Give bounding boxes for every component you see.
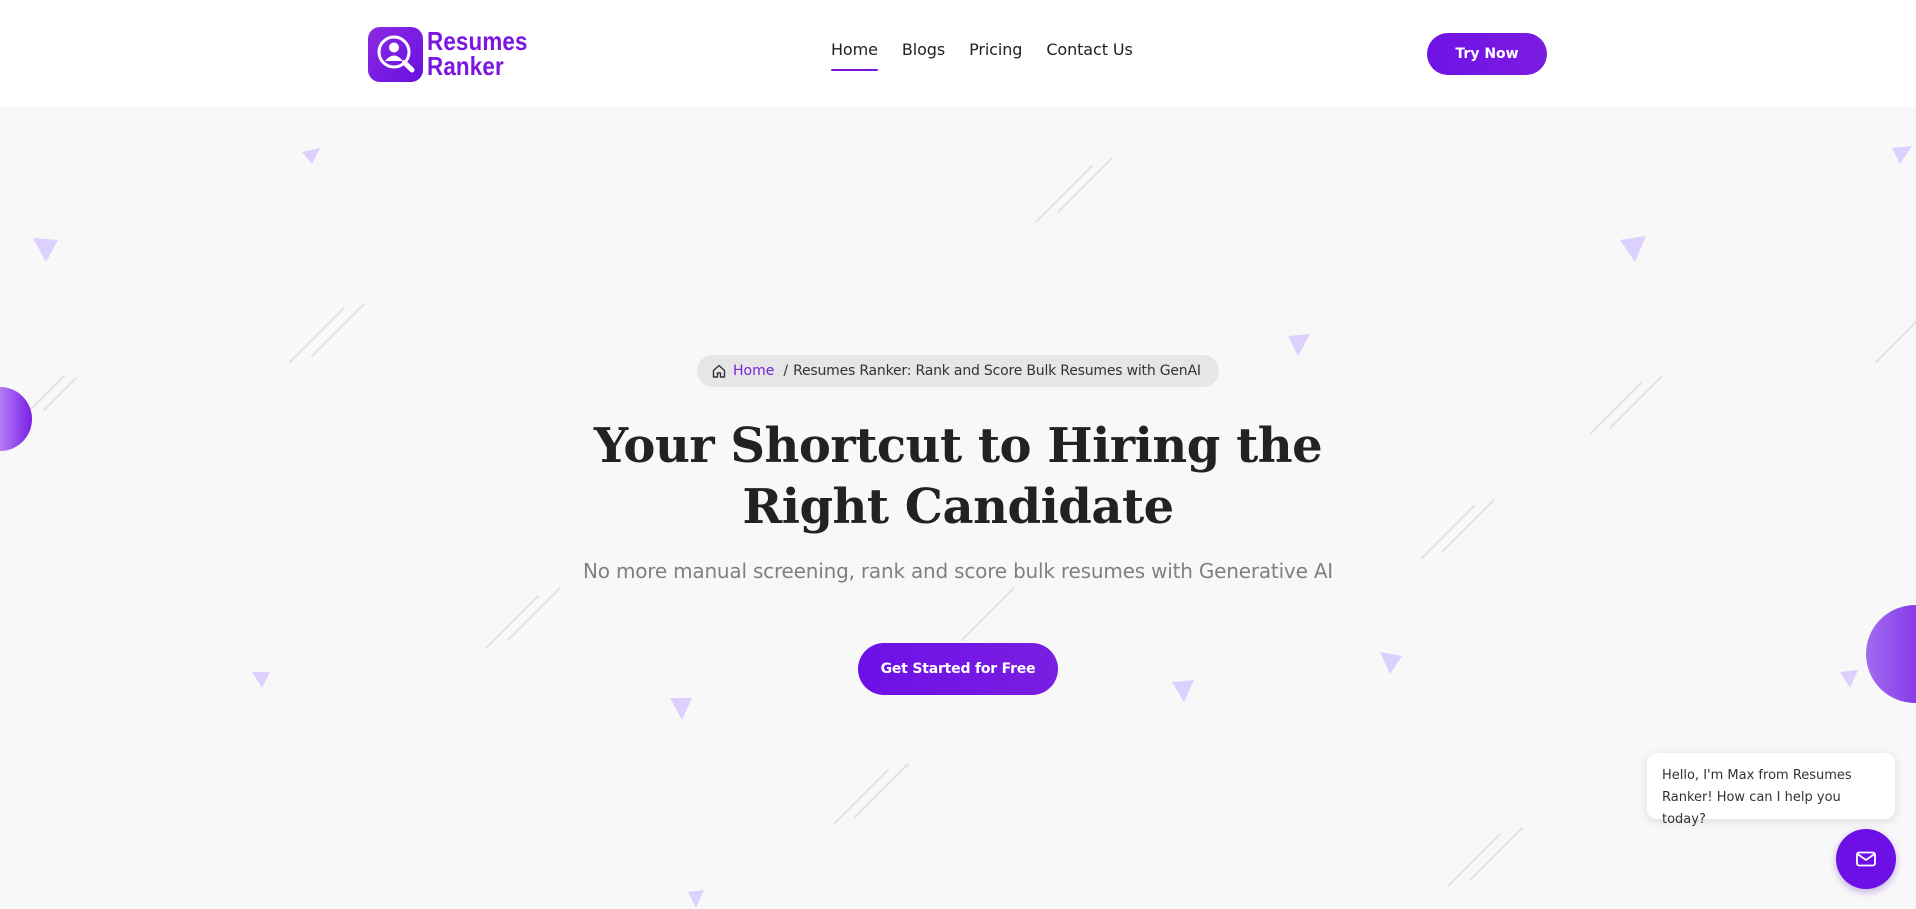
nav-home[interactable]: Home — [831, 40, 878, 71]
deco-triangle — [670, 698, 692, 720]
hero-subtitle: No more manual screening, rank and score… — [582, 559, 1334, 583]
logo-line2: Ranker — [427, 51, 504, 81]
deco-line — [1875, 321, 1916, 363]
main-nav: Home Blogs Pricing Contact Us — [831, 40, 1133, 71]
chat-greeting-bubble[interactable]: Hello, I'm Max from Resumes Ranker! How … — [1647, 753, 1895, 827]
decorative-blob-left — [0, 387, 32, 451]
deco-triangle — [33, 238, 58, 262]
deco-line — [507, 587, 561, 641]
logo-text: Resumes Ranker — [427, 28, 528, 81]
user-search-icon — [368, 26, 423, 82]
deco-triangle — [1172, 680, 1194, 702]
nav-pricing[interactable]: Pricing — [969, 40, 1022, 71]
deco-line — [1469, 827, 1523, 881]
hero-title: Your Shortcut to Hiring the Right Candid… — [458, 416, 1458, 538]
deco-line — [1057, 157, 1113, 213]
deco-triangle — [1840, 670, 1858, 688]
nav-blogs[interactable]: Blogs — [902, 40, 945, 71]
breadcrumb-home-link[interactable]: Home — [733, 363, 774, 379]
try-now-button[interactable]: Try Now — [1427, 33, 1547, 75]
get-started-button[interactable]: Get Started for Free — [858, 643, 1058, 695]
home-icon — [711, 363, 727, 379]
deco-triangle — [1892, 146, 1912, 164]
deco-triangle — [302, 148, 320, 164]
hero-title-line2: Right Candidate — [742, 479, 1174, 535]
deco-triangle — [252, 672, 270, 688]
breadcrumb-separator: / — [783, 363, 789, 379]
deco-line — [961, 587, 1015, 641]
chat-launcher-button[interactable] — [1836, 829, 1896, 889]
deco-line — [1609, 375, 1663, 429]
deco-line — [485, 595, 539, 649]
deco-line — [311, 303, 365, 357]
breadcrumb: Home / Resumes Ranker: Rank and Score Bu… — [697, 355, 1219, 387]
chat-message-line1: Hello, I'm Max from Resumes — [1662, 768, 1852, 783]
deco-triangle — [688, 890, 704, 908]
deco-triangle — [1380, 652, 1402, 674]
deco-line — [1035, 165, 1093, 223]
deco-line — [43, 377, 77, 411]
site-header: Resumes Ranker Home Blogs Pricing Contac… — [0, 0, 1916, 107]
deco-line — [1447, 833, 1501, 887]
deco-line — [29, 375, 65, 411]
deco-line — [833, 769, 889, 825]
breadcrumb-current: Resumes Ranker: Rank and Score Bulk Resu… — [793, 363, 1201, 379]
decorative-blob-right — [1866, 605, 1916, 703]
deco-line — [289, 307, 345, 363]
mail-icon — [1854, 847, 1878, 871]
nav-contact-us[interactable]: Contact Us — [1046, 40, 1132, 71]
deco-line — [853, 763, 909, 819]
hero-title-line1: Your Shortcut to Hiring the — [593, 418, 1323, 474]
deco-line — [1589, 381, 1643, 435]
chat-message-line2: Ranker! How can I help you today? — [1662, 790, 1841, 827]
deco-triangle — [1620, 236, 1646, 262]
logo[interactable]: Resumes Ranker — [368, 26, 544, 82]
deco-triangle — [1288, 334, 1310, 356]
